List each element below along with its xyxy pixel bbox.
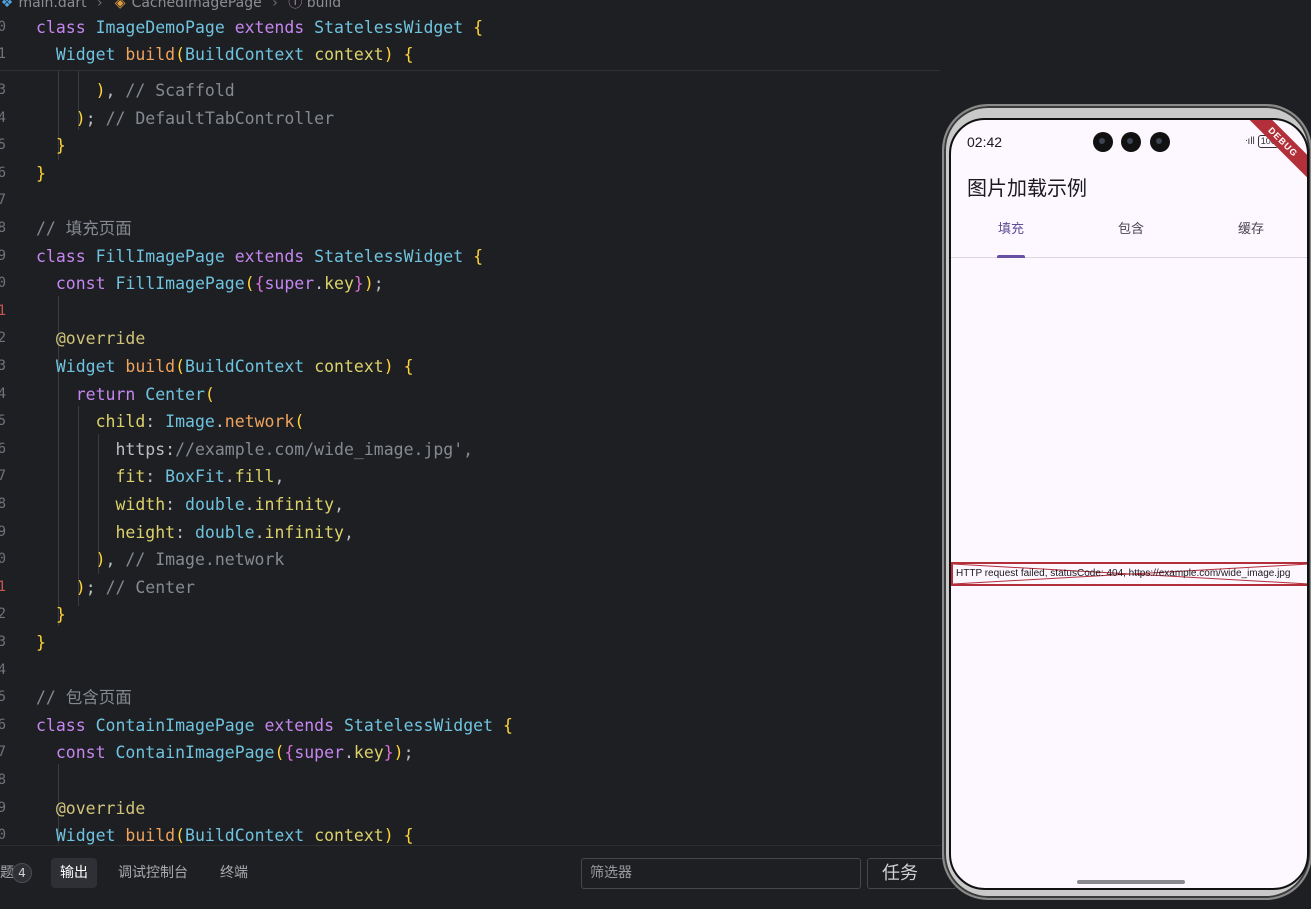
line-number: 8 bbox=[0, 496, 6, 512]
breadcrumb-method[interactable]: build bbox=[307, 0, 341, 10]
code-text: const FillImagePage({super.key}); bbox=[55, 274, 384, 294]
line-number: 3 bbox=[0, 358, 6, 374]
line-number: 2 bbox=[0, 606, 6, 623]
line-number: 5 bbox=[0, 413, 6, 430]
line-number: 6 bbox=[0, 716, 6, 733]
error-message: HTTP request failed, statusCode: 404, ht… bbox=[956, 568, 1291, 579]
sticky-scroll-header[interactable]: 0 class ImageDemoPage extends StatelessWi… bbox=[0, 14, 940, 71]
line-number: 9 bbox=[0, 523, 6, 540]
tab-fill[interactable]: 填充 bbox=[951, 212, 1071, 258]
code-text: width: double.infinity, bbox=[115, 495, 344, 514]
line-number: 3 bbox=[0, 634, 6, 650]
code-text: } bbox=[55, 136, 66, 156]
line-number: 0 bbox=[0, 827, 6, 844]
class-icon: ◈ bbox=[114, 0, 126, 10]
code-text: return Center( bbox=[75, 384, 215, 404]
line-number: 4 bbox=[0, 661, 6, 678]
tab-terminal[interactable]: 终端 bbox=[211, 858, 257, 888]
line-number: 6 bbox=[0, 440, 6, 457]
app-bar-title: 图片加载示例 bbox=[967, 176, 1087, 200]
line-number: 7 bbox=[0, 468, 6, 485]
tab-cache[interactable]: 缓存 bbox=[1191, 212, 1307, 258]
line-number: 8 bbox=[0, 220, 6, 236]
line-number: 5 bbox=[0, 689, 6, 706]
breadcrumb-class[interactable]: CachedImagePage bbox=[132, 0, 262, 10]
code-text: } bbox=[55, 605, 66, 625]
breadcrumb: ❖ main.dart › ◈ CachedImagePage › ⓘ buil… bbox=[0, 0, 940, 10]
line-number: 0 bbox=[0, 551, 6, 568]
code-text: ); // DefaultTabController bbox=[75, 108, 335, 128]
line-number: 2 bbox=[0, 330, 6, 347]
code-text: } bbox=[36, 163, 46, 183]
line-number: 3 bbox=[0, 82, 6, 98]
code-text: Widget build(BuildContext context) { bbox=[55, 826, 414, 845]
status-time: 02:42 bbox=[967, 134, 1003, 150]
chevron-right-icon: › bbox=[272, 0, 278, 10]
code-text: @override bbox=[55, 798, 146, 818]
code-text: height: double.infinity, bbox=[115, 522, 354, 542]
tab-output[interactable]: 输出 bbox=[51, 858, 97, 888]
code-text: @override bbox=[55, 329, 146, 349]
line-number: 4 bbox=[0, 385, 6, 402]
breadcrumb-file[interactable]: main.dart bbox=[18, 0, 86, 10]
line-number: 9 bbox=[0, 247, 6, 264]
line-number: 9 bbox=[0, 799, 6, 816]
chevron-right-icon: › bbox=[97, 0, 103, 10]
line-number: 7 bbox=[0, 744, 6, 761]
code-text: } bbox=[36, 633, 46, 652]
code-text: class ContainImagePage extends Stateless… bbox=[36, 715, 513, 735]
home-indicator[interactable] bbox=[1077, 880, 1185, 884]
camera-icon bbox=[1150, 132, 1170, 152]
camera-icon bbox=[1093, 132, 1113, 152]
image-error-widget: HTTP request failed, statusCode: 404, ht… bbox=[951, 562, 1307, 586]
code-text: ), // Image.network bbox=[95, 550, 285, 570]
tab-debug-console[interactable]: 调试控制台 bbox=[109, 858, 197, 888]
tab-indicator bbox=[997, 255, 1025, 258]
code-text: // 包含页面 bbox=[36, 688, 132, 708]
phone-emulator-frame: 02:42 ᐧıll 100 DEBUG 图片加载示例 填充 包含 缓存 HTTP… bbox=[942, 104, 1311, 900]
code-text: // 填充页面 bbox=[36, 219, 132, 238]
dart-file-icon: ❖ bbox=[0, 0, 14, 10]
code-editor[interactable]: 3 ), // Scaffold 4 ); // DefaultTabContro… bbox=[0, 0, 940, 845]
code-text: Widget build(BuildContext context) { bbox=[55, 45, 414, 64]
line-number: 0 bbox=[0, 19, 6, 35]
debug-banner: DEBUG bbox=[1241, 120, 1307, 184]
line-number: 1 bbox=[0, 578, 6, 595]
line-number: 8 bbox=[0, 772, 6, 788]
code-text: fit: BoxFit.fill, bbox=[115, 467, 285, 487]
code-text: class FillImagePage extends StatelessWid… bbox=[36, 246, 484, 266]
code-text: ); // Center bbox=[75, 577, 195, 597]
code-text: const ContainImagePage({super.key}); bbox=[55, 743, 414, 763]
line-number: 7 bbox=[0, 192, 6, 209]
problems-count-badge: 4 bbox=[12, 863, 32, 883]
tab-bar: 填充 包含 缓存 bbox=[951, 212, 1307, 258]
signal-icon: ᐧıll bbox=[1245, 136, 1255, 147]
code-text: class ImageDemoPage extends StatelessWid… bbox=[36, 18, 484, 37]
phone-screen[interactable]: 02:42 ᐧıll 100 DEBUG 图片加载示例 填充 包含 缓存 HTTP… bbox=[949, 118, 1309, 890]
method-icon: ⓘ bbox=[288, 0, 303, 10]
camera-icon bbox=[1121, 132, 1141, 152]
line-number: 6 bbox=[0, 164, 6, 181]
tab-contain[interactable]: 包含 bbox=[1071, 212, 1191, 258]
code-text: https://example.com/wide_image.jpg', bbox=[115, 439, 474, 459]
line-number: 1 bbox=[0, 302, 6, 319]
line-number: 1 bbox=[0, 46, 6, 62]
filter-input[interactable]: 筛选器 bbox=[581, 858, 861, 889]
line-number: 5 bbox=[0, 137, 6, 154]
code-text: ), // Scaffold bbox=[95, 81, 235, 100]
line-number: 0 bbox=[0, 275, 6, 292]
code-text: child: Image.network( bbox=[95, 412, 305, 432]
code-text: Widget build(BuildContext context) { bbox=[55, 357, 414, 376]
line-number: 4 bbox=[0, 109, 6, 126]
